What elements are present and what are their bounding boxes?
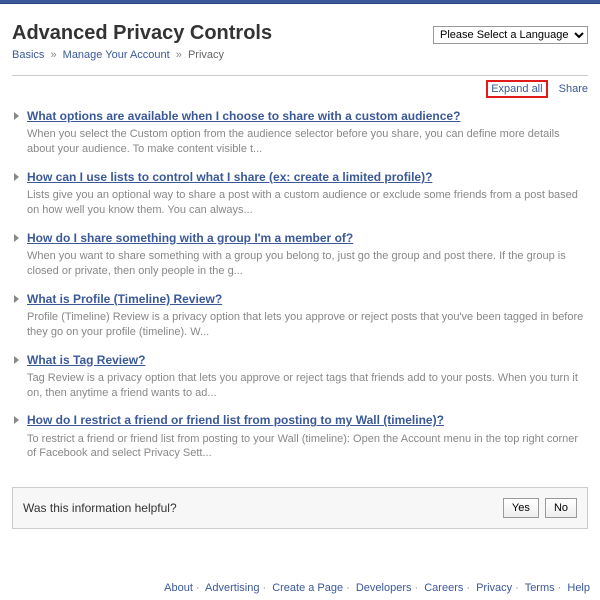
- breadcrumb-basics[interactable]: Basics: [12, 49, 44, 61]
- expand-icon[interactable]: [14, 234, 19, 242]
- page-title: Advanced Privacy Controls: [12, 22, 272, 45]
- faq-question[interactable]: What is Tag Review?: [27, 353, 145, 367]
- list-actions: Expand all Share: [12, 80, 588, 98]
- expand-icon[interactable]: [14, 416, 19, 424]
- feedback-no-button[interactable]: No: [545, 498, 577, 518]
- header-row: Advanced Privacy Controls Basics » Manag…: [12, 22, 588, 61]
- faq-item: What is Tag Review? Tag Review is a priv…: [12, 348, 588, 409]
- faq-item: What is Profile (Timeline) Review? Profi…: [12, 287, 588, 348]
- expand-all-link[interactable]: Expand all: [491, 83, 542, 95]
- expand-icon[interactable]: [14, 173, 19, 181]
- faq-body: What is Profile (Timeline) Review? Profi…: [27, 291, 588, 340]
- footer-about[interactable]: About: [164, 582, 193, 594]
- expand-all-highlight: Expand all: [486, 80, 547, 98]
- page-content: Advanced Privacy Controls Basics » Manag…: [0, 4, 600, 529]
- feedback-yes-button[interactable]: Yes: [503, 498, 539, 518]
- breadcrumb-sep: »: [176, 49, 182, 61]
- feedback-buttons: Yes No: [500, 498, 577, 518]
- footer-advertising[interactable]: Advertising: [205, 582, 259, 594]
- footer-links: About· Advertising· Create a Page· Devel…: [164, 582, 590, 594]
- faq-answer: To restrict a friend or friend list from…: [27, 432, 588, 462]
- footer-developers[interactable]: Developers: [356, 582, 412, 594]
- expand-icon[interactable]: [14, 356, 19, 364]
- breadcrumb-manage[interactable]: Manage Your Account: [63, 49, 170, 61]
- faq-answer: Tag Review is a privacy option that lets…: [27, 371, 588, 401]
- footer-terms[interactable]: Terms: [525, 582, 555, 594]
- breadcrumb-sep: »: [50, 49, 56, 61]
- faq-item: How do I restrict a friend or friend lis…: [12, 408, 588, 469]
- faq-item: How can I use lists to control what I sh…: [12, 165, 588, 226]
- footer-create-page[interactable]: Create a Page: [272, 582, 343, 594]
- feedback-question: Was this information helpful?: [23, 501, 177, 515]
- footer-careers[interactable]: Careers: [424, 582, 463, 594]
- faq-question[interactable]: How do I restrict a friend or friend lis…: [27, 413, 444, 427]
- footer-help[interactable]: Help: [567, 582, 590, 594]
- share-link[interactable]: Share: [559, 83, 588, 95]
- faq-question[interactable]: How do I share something with a group I'…: [27, 231, 353, 245]
- breadcrumb-current: Privacy: [188, 49, 224, 61]
- header-left: Advanced Privacy Controls Basics » Manag…: [12, 22, 272, 61]
- faq-answer: Profile (Timeline) Review is a privacy o…: [27, 310, 588, 340]
- faq-question[interactable]: What is Profile (Timeline) Review?: [27, 292, 222, 306]
- faq-answer: When you want to share something with a …: [27, 249, 588, 279]
- faq-body: How can I use lists to control what I sh…: [27, 169, 588, 218]
- faq-body: How do I restrict a friend or friend lis…: [27, 412, 588, 461]
- faq-item: What options are available when I choose…: [12, 104, 588, 165]
- faq-list: What options are available when I choose…: [12, 104, 588, 469]
- feedback-box: Was this information helpful? Yes No: [12, 487, 588, 529]
- faq-body: What is Tag Review? Tag Review is a priv…: [27, 352, 588, 401]
- expand-icon[interactable]: [14, 295, 19, 303]
- breadcrumb: Basics » Manage Your Account » Privacy: [12, 49, 272, 61]
- faq-question[interactable]: How can I use lists to control what I sh…: [27, 170, 432, 184]
- language-select[interactable]: Please Select a Language: [433, 26, 588, 44]
- expand-icon[interactable]: [14, 112, 19, 120]
- faq-body: How do I share something with a group I'…: [27, 230, 588, 279]
- faq-item: How do I share something with a group I'…: [12, 226, 588, 287]
- footer-privacy[interactable]: Privacy: [476, 582, 512, 594]
- faq-answer: Lists give you an optional way to share …: [27, 188, 588, 218]
- faq-answer: When you select the Custom option from t…: [27, 127, 588, 157]
- faq-question[interactable]: What options are available when I choose…: [27, 109, 460, 123]
- divider: [12, 75, 588, 76]
- faq-body: What options are available when I choose…: [27, 108, 588, 157]
